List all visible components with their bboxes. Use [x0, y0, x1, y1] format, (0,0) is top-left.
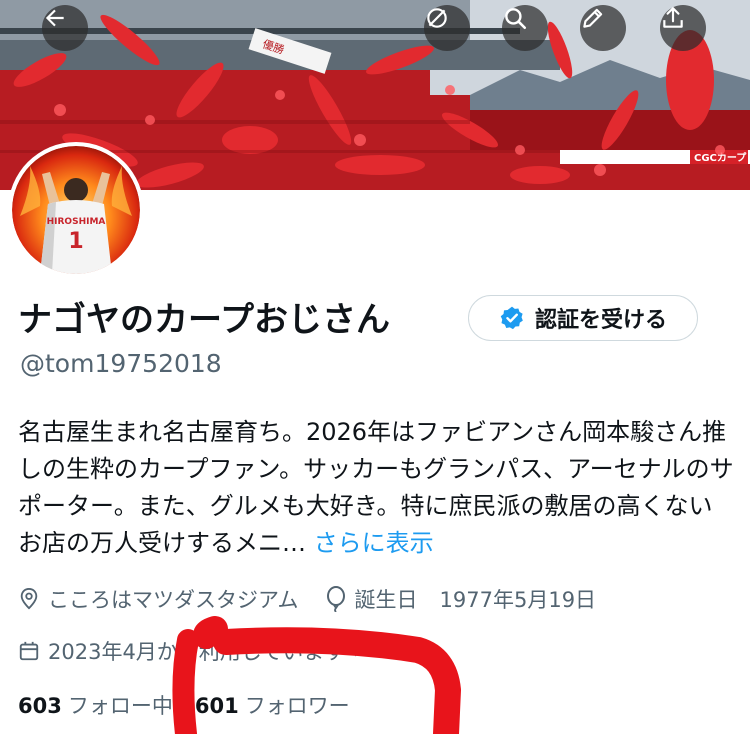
search-button[interactable] [502, 5, 548, 51]
following-label: フォロー中 [67, 694, 173, 718]
display-name: ナゴヤのカープおじさん [18, 300, 390, 340]
verify-button[interactable]: 認証を受ける [468, 295, 698, 341]
bio: 名古屋生まれ名古屋育ち。2026年はファビアンさん岡本駿さん推しの生粋のカープフ… [18, 414, 734, 562]
chevron-right-icon: › [353, 639, 362, 663]
follow-stats: 603 フォロー中 601 フォロワー [18, 690, 350, 720]
user-handle: @tom19752018 [20, 349, 222, 378]
slashed-circle-icon [427, 8, 447, 28]
followers-label: フォロワー [244, 694, 350, 718]
birthday-date: 1977年5月19日 [439, 588, 597, 612]
mute-button[interactable] [424, 5, 470, 51]
show-more-link[interactable]: さらに表示 [314, 529, 434, 557]
jersey-name: HIROSHIMA [47, 217, 106, 227]
following-count: 603 [18, 694, 62, 718]
joined-row: 2023年4月から利用しています › [18, 636, 362, 666]
location-pin-icon [18, 587, 40, 611]
profile-meta-row: こころはマツダスタジアム 誕生日 1977年5月19日 [18, 584, 596, 614]
following-link[interactable]: 603 フォロー中 [18, 690, 173, 720]
calendar-icon [18, 640, 40, 662]
arrow-left-icon [45, 9, 64, 27]
jersey-number: 1 [68, 229, 83, 254]
balloon-icon [325, 586, 347, 612]
back-button[interactable] [42, 5, 88, 51]
edit-button[interactable] [580, 5, 626, 51]
share-button[interactable] [660, 5, 706, 51]
search-icon [505, 8, 527, 30]
share-upload-icon [663, 7, 683, 28]
avatar[interactable]: HIROSHIMA 1 [12, 146, 140, 274]
pencil-icon [583, 8, 603, 28]
verified-badge-icon [500, 306, 523, 330]
location-text: こころはマツダスタジアム [48, 588, 299, 612]
verify-label: 認証を受ける [534, 308, 667, 333]
followers-link[interactable]: 601 フォロワー [195, 690, 350, 720]
birthday-label: 誕生日 [354, 588, 418, 612]
followers-count: 601 [194, 694, 239, 718]
joined-date: 2023年4月から利用しています [48, 640, 346, 664]
avatar-image: HIROSHIMA 1 [12, 146, 140, 274]
